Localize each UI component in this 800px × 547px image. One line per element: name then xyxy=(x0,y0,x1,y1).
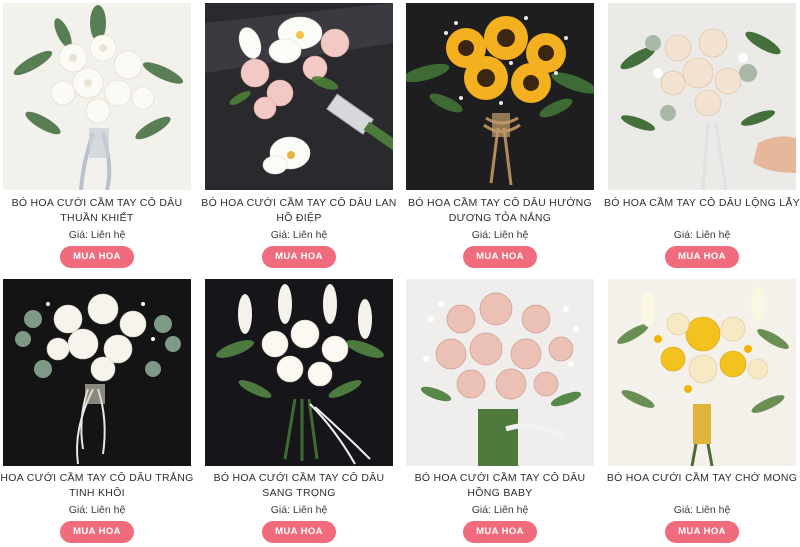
product-photo[interactable] xyxy=(3,279,191,466)
product-title[interactable]: BÓ HOA CƯỚI CẦM TAY CHỜ MONG xyxy=(602,471,800,486)
product-price: Giá: Liên hệ xyxy=(270,229,328,241)
product-title[interactable]: BÓ HOA CẦM TAY CÔ DÂU LỘNG LẪY xyxy=(602,196,800,211)
product-photo[interactable] xyxy=(3,3,191,190)
product-grid: BÓ HOA CƯỚI CẦM TAY CÔ DÂU THUẦN KHIẾT G… xyxy=(0,0,800,547)
product-photo[interactable] xyxy=(406,3,594,190)
orchid-bouquet-photo xyxy=(205,3,393,190)
product-photo[interactable] xyxy=(205,3,393,190)
product-card: BÓ HOA CƯỚI CẦM TAY CÔ DÂU THUẦN KHIẾT G… xyxy=(3,3,191,273)
buy-button[interactable]: MUA HOA xyxy=(665,246,739,268)
product-title[interactable]: BÓ HOA CẦM TAY CÔ DÂU HƯỚNG DƯƠNG TỎA NẮ… xyxy=(400,196,600,226)
buy-button[interactable]: MUA HOA xyxy=(262,521,336,543)
product-title[interactable]: BÓ HOA CƯỚI CẦM TAY CÔ DÂU HỒNG BABY xyxy=(400,471,600,501)
product-price: Giá: Liên hệ xyxy=(673,229,731,241)
peach-rose-bouquet-photo xyxy=(608,3,796,190)
product-photo[interactable] xyxy=(608,279,796,466)
product-title[interactable]: HOA CƯỚI CẦM TAY CÔ DÂU TRẮNG TINH KHÔI xyxy=(0,471,197,501)
white-eucalyptus-bouquet-photo xyxy=(3,279,191,466)
product-title[interactable]: BÓ HOA CƯỚI CẦM TAY CÔ DÂU LAN HỒ ĐIỆP xyxy=(199,196,399,226)
product-price: Giá: Liên hệ xyxy=(270,504,328,516)
buy-button[interactable]: MUA HOA xyxy=(262,246,336,268)
product-card: BÓ HOA CẦM TAY CÔ DÂU LỘNG LẪY Giá: Liên… xyxy=(604,3,800,273)
product-photo[interactable] xyxy=(406,279,594,466)
product-card: BÓ HOA CƯỚI CẦM TAY CÔ DÂU SANG TRỌNG Gi… xyxy=(205,279,393,547)
buy-button[interactable]: MUA HOA xyxy=(463,521,537,543)
buy-button[interactable]: MUA HOA xyxy=(463,246,537,268)
product-card: BÓ HOA CƯỚI CẦM TAY CÔ DÂU LAN HỒ ĐIỆP G… xyxy=(201,3,396,273)
product-title[interactable]: BÓ HOA CƯỚI CẦM TAY CÔ DÂU THUẦN KHIẾT xyxy=(0,196,197,226)
white-bouquet-photo xyxy=(3,3,191,190)
product-title[interactable]: BÓ HOA CƯỚI CẦM TAY CÔ DÂU SANG TRỌNG xyxy=(199,471,399,501)
buy-button[interactable]: MUA HOA xyxy=(665,521,739,543)
pink-rose-bouquet-photo xyxy=(406,279,594,466)
buy-button[interactable]: MUA HOA xyxy=(60,521,134,543)
product-price: Giá: Liên hệ xyxy=(471,504,529,516)
snapdragon-bouquet-photo xyxy=(205,279,393,466)
product-photo[interactable] xyxy=(608,3,796,190)
product-card: BÓ HOA CẦM TAY CÔ DÂU HƯỚNG DƯƠNG TỎA NẮ… xyxy=(406,3,594,273)
sunflower-bouquet-photo xyxy=(406,3,594,190)
product-card: HOA CƯỚI CẦM TAY CÔ DÂU TRẮNG TINH KHÔI … xyxy=(0,279,193,547)
buy-button[interactable]: MUA HOA xyxy=(60,246,134,268)
product-price: Giá: Liên hệ xyxy=(471,229,529,241)
product-photo[interactable] xyxy=(205,279,393,466)
product-price: Giá: Liên hệ xyxy=(68,229,126,241)
product-card: BÓ HOA CƯỚI CẦM TAY CÔ DÂU HỒNG BABY Giá… xyxy=(406,279,594,547)
yellow-rose-bouquet-photo xyxy=(608,279,796,466)
product-price: Giá: Liên hệ xyxy=(673,504,731,516)
product-card: BÓ HOA CƯỚI CẦM TAY CHỜ MONG Giá: Liên h… xyxy=(607,279,797,547)
product-price: Giá: Liên hệ xyxy=(68,504,126,516)
